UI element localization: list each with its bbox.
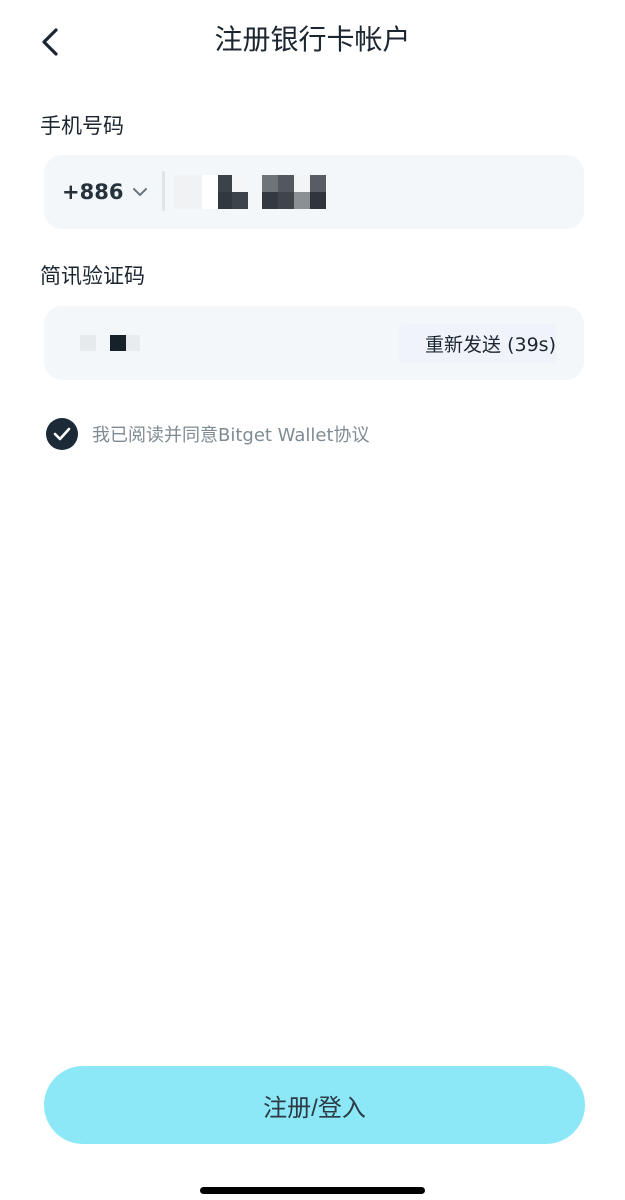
register-login-button[interactable]: 注册/登入 <box>44 1066 585 1144</box>
check-icon <box>53 427 71 441</box>
chevron-down-icon <box>133 188 148 196</box>
home-indicator <box>200 1187 425 1194</box>
resend-code-button[interactable]: 重新发送 (39s) <box>399 306 556 380</box>
register-login-label: 注册/登入 <box>263 1094 366 1122</box>
register-page: 注册银行卡帐户 手机号码 +886 简讯验证码 重新发送 (39s) 我已阅读并… <box>0 0 625 1200</box>
sms-code-field[interactable]: 重新发送 (39s) <box>44 306 584 380</box>
phone-field[interactable]: +886 <box>44 155 584 229</box>
page-title: 注册银行卡帐户 <box>214 23 411 56</box>
agreement-row: 我已阅读并同意Bitget Wallet协议 <box>46 418 370 450</box>
agreement-text[interactable]: 我已阅读并同意Bitget Wallet协议 <box>92 421 370 447</box>
country-code: +886 <box>62 180 124 204</box>
agreement-checkbox[interactable] <box>46 418 78 450</box>
sms-code-redacted <box>80 306 140 380</box>
field-divider <box>162 171 165 211</box>
phone-number-redacted <box>174 155 326 229</box>
phone-label: 手机号码 <box>40 114 124 138</box>
sms-code-label: 简讯验证码 <box>40 264 145 288</box>
resend-label: 重新发送 (39s) <box>399 323 556 363</box>
country-code-selector[interactable]: +886 <box>62 155 149 229</box>
header: 注册银行卡帐户 <box>0 0 625 80</box>
